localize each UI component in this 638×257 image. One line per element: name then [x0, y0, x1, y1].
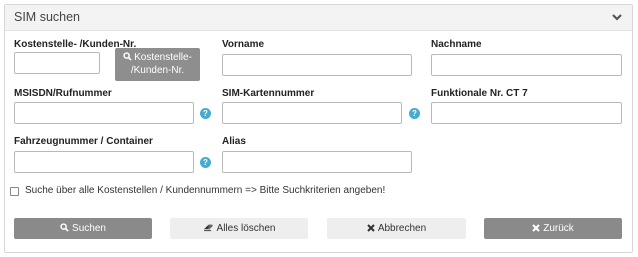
- msisdn-help-icon[interactable]: ?: [200, 108, 211, 119]
- cancel-button-label: Abbrechen: [377, 223, 427, 234]
- clear-all-button[interactable]: Alles löschen: [170, 218, 308, 239]
- funktional-input[interactable]: [431, 102, 622, 124]
- nachname-label: Nachname: [431, 39, 482, 50]
- msisdn-input[interactable]: [14, 102, 194, 124]
- panel-title: SIM suchen: [14, 10, 81, 24]
- fahrzeug-input[interactable]: [14, 151, 194, 173]
- close-icon: [367, 224, 375, 232]
- search-button[interactable]: Suchen: [14, 218, 152, 239]
- kostenstelle-input[interactable]: [14, 52, 100, 74]
- search-all-checkbox-label: Suche über alle Kostenstellen / Kundennu…: [25, 185, 386, 196]
- fahrzeug-label: Fahrzeugnummer / Container: [14, 136, 153, 147]
- nachname-input[interactable]: [431, 54, 622, 76]
- clear-all-button-label: Alles löschen: [216, 223, 276, 234]
- cancel-button[interactable]: Abbrechen: [327, 218, 466, 239]
- msisdn-label: MSISDN/Rufnummer: [14, 88, 112, 99]
- back-button[interactable]: Zurück: [484, 218, 622, 239]
- vorname-input[interactable]: [222, 54, 412, 76]
- funktional-label: Funktionale Nr. CT 7: [431, 88, 528, 99]
- kostenstelle-button-line1: Kostenstelle-: [134, 52, 192, 63]
- search-icon: [60, 223, 69, 232]
- panel-header[interactable]: SIM suchen: [5, 5, 632, 31]
- kostenstelle-search-button[interactable]: Kostenstelle- /Kunden-Nr.: [115, 48, 200, 81]
- search-icon: [123, 52, 132, 61]
- vorname-label: Vorname: [222, 39, 265, 50]
- eraser-icon: [203, 224, 213, 232]
- close-icon: [532, 224, 540, 232]
- search-button-label: Suchen: [72, 223, 106, 234]
- sim-help-icon[interactable]: ?: [409, 108, 420, 119]
- sim-label: SIM-Kartennummer: [222, 88, 315, 99]
- alias-input[interactable]: [222, 151, 412, 173]
- sim-input[interactable]: [222, 102, 402, 124]
- alias-label: Alias: [222, 136, 246, 147]
- chevron-down-icon[interactable]: [611, 11, 623, 23]
- back-button-label: Zurück: [543, 223, 574, 234]
- search-all-checkbox[interactable]: [10, 187, 19, 196]
- fahrzeug-help-icon[interactable]: ?: [200, 157, 211, 168]
- kostenstelle-button-line2: /Kunden-Nr.: [130, 65, 185, 76]
